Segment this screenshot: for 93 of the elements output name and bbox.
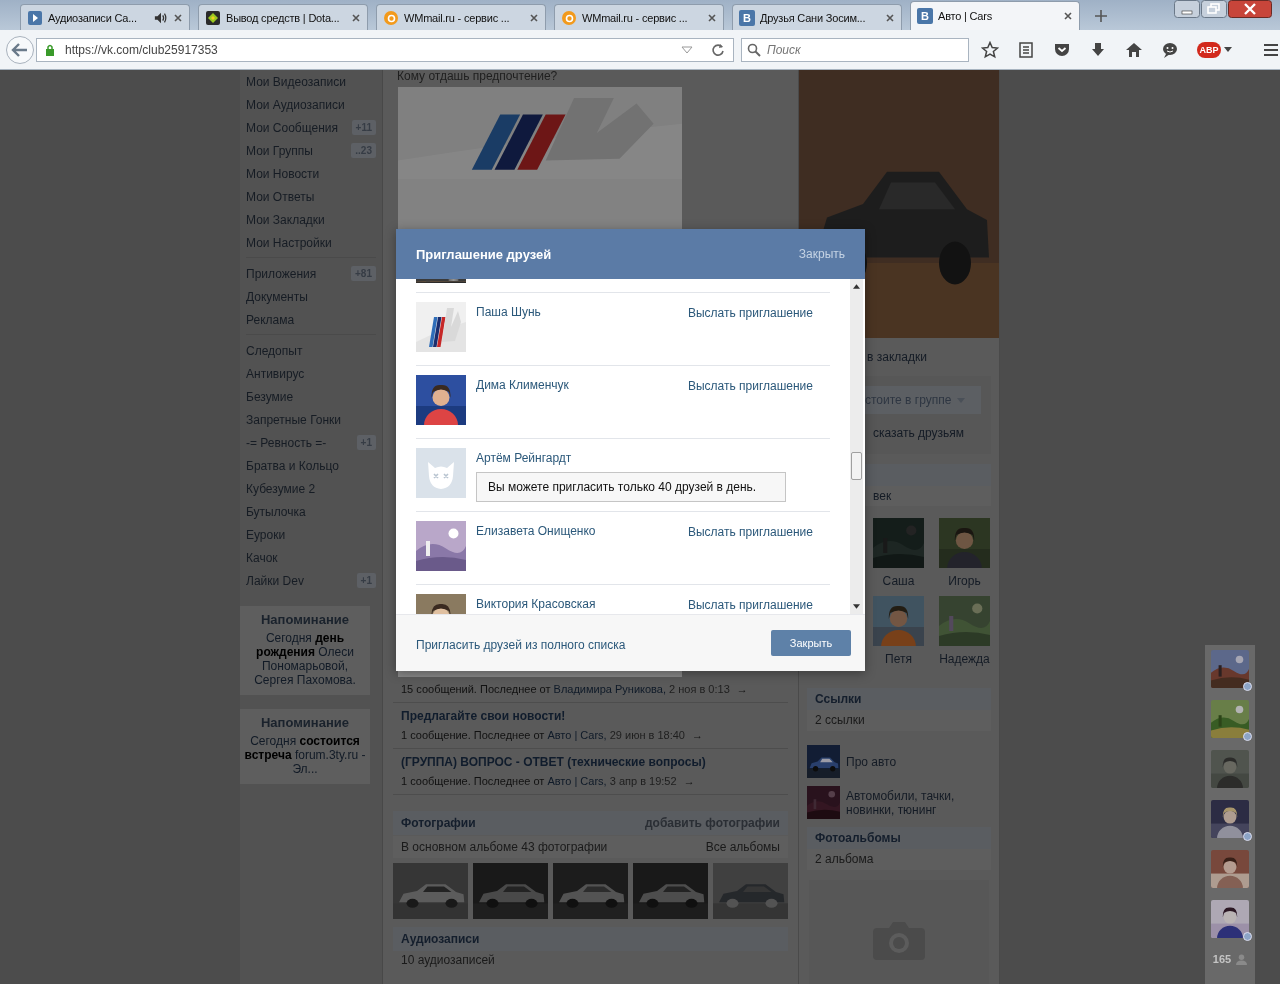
topic-meta: 1 сообщение. Последнее от Авто | Cars, 3 апр в 19:52 → (401, 775, 696, 787)
all-albums-link[interactable]: Все альбомы (705, 840, 780, 854)
sidebar-link[interactable]: Еуроки (240, 523, 382, 546)
invite-link[interactable]: Выслать приглашение (687, 525, 813, 572)
invite-link[interactable]: Выслать приглашение (687, 598, 813, 614)
scroll-thumb[interactable] (851, 452, 862, 480)
tab-title: Вывод средств | Dota... (226, 11, 341, 24)
audio-summary: 10 аудиозаписей (400, 952, 496, 968)
close-icon[interactable] (1228, 0, 1272, 18)
member-name[interactable]: Петя (885, 652, 912, 666)
links-count: 2 ссылки (815, 713, 865, 727)
tab-title: WMmail.ru - сервис ... (404, 11, 511, 24)
close-link[interactable]: Закрыть (798, 247, 845, 261)
speaker-icon (154, 10, 168, 25)
address-field[interactable]: https://vk.com/club25917353 (36, 37, 734, 62)
section-title: Ссылки (815, 692, 862, 706)
author-link[interactable]: Владимира Руникова, (553, 683, 666, 695)
restore-icon[interactable] (1201, 0, 1227, 18)
sidebar-link[interactable]: Мои Новости (240, 162, 382, 185)
sidebar-link[interactable]: Мои Ответы (240, 185, 382, 208)
browser-tab[interactable]: В Авто | Cars (910, 1, 1080, 30)
albums-count: 2 альбома (815, 852, 874, 866)
reminder-title: Напоминание (260, 715, 350, 730)
sidebar-link[interactable]: Документы (240, 285, 382, 308)
caret-icon (1224, 47, 1232, 52)
reminder-text: Сегодня состоится встреча forum.3ty.ru - Эл... (244, 734, 366, 776)
reading-list-icon[interactable] (1017, 40, 1035, 59)
lock-icon (45, 43, 55, 56)
search-field[interactable]: Поиск (741, 37, 969, 62)
members-count: век (873, 489, 892, 503)
sidebar-link[interactable]: Мои Закладки (240, 208, 382, 231)
chat-icon[interactable] (1161, 40, 1179, 59)
poll-question: Кому отдашь предпочтение? (396, 70, 559, 85)
tab-title: Аудиозаписи Са... (48, 11, 138, 24)
new-tab-icon[interactable] (1094, 9, 1108, 23)
scrollbar[interactable] (850, 279, 863, 614)
minimize-icon[interactable] (1174, 0, 1200, 18)
section-title: Фотоальбомы (815, 831, 901, 845)
album-summary: В основном альбоме 43 фотографии (401, 840, 608, 854)
browser-tab[interactable]: В Друзья Сани Зосим... (732, 4, 902, 30)
bookmark-link[interactable]: в закладки (867, 350, 927, 364)
reminder-text: Сегодня день рождения Олеси Пономарьовой, Сергея Пахомова. (253, 631, 357, 687)
topic-title[interactable]: (ГРУППА) ВОПРОС - ОТВЕТ (технические вопросы) (401, 755, 780, 769)
close-icon[interactable] (173, 12, 183, 23)
close-icon[interactable] (351, 12, 361, 23)
member-name[interactable]: Саша (882, 574, 915, 588)
sidebar-link[interactable]: Антивирус (240, 362, 382, 385)
home-icon[interactable] (1125, 40, 1143, 59)
browser-tab[interactable]: Вывод средств | Dota... (198, 4, 368, 30)
person-icon (1236, 953, 1248, 965)
member-name[interactable]: Игорь (948, 574, 981, 588)
sidebar-link[interactable]: Кубезумие 2 (240, 477, 382, 500)
sidebar-link[interactable]: Мои Аудиозаписи (240, 93, 382, 116)
section-title: Фотографии (401, 816, 476, 830)
invite-link[interactable]: Выслать приглашение (687, 306, 813, 353)
search-icon (747, 42, 761, 57)
member-name[interactable]: Надежда (939, 652, 990, 666)
close-icon[interactable] (1063, 11, 1073, 21)
tab-title: Друзья Сани Зосим... (760, 11, 867, 24)
section-title: Аудиозаписи (401, 932, 480, 946)
sidebar-link[interactable]: Запретные Гонки (240, 408, 382, 431)
browser-tab[interactable]: WMmail.ru - сервис ... (376, 4, 546, 30)
close-button[interactable]: Закрыть (771, 630, 851, 656)
close-icon[interactable] (529, 12, 539, 23)
star-icon[interactable] (981, 40, 999, 59)
browser-tab[interactable]: Аудиозаписи Са... (20, 4, 190, 30)
reload-icon[interactable] (711, 42, 725, 57)
author-link[interactable]: Авто | Cars, (547, 775, 607, 787)
back-icon[interactable] (5, 34, 35, 65)
dropdown-icon[interactable] (681, 45, 693, 54)
sidebar-link[interactable]: Следопыт (240, 339, 382, 362)
scroll-down-icon[interactable] (853, 604, 860, 609)
sidebar-link[interactable]: Мои Настройки (240, 231, 382, 254)
online-count[interactable]: 165 (1212, 953, 1248, 965)
close-icon[interactable] (885, 12, 895, 23)
link-title[interactable]: Про авто (846, 754, 897, 769)
play-icon (27, 9, 43, 26)
diamond-icon (205, 9, 221, 26)
tab-title: WMmail.ru - сервис ... (582, 11, 689, 24)
sidebar-link[interactable]: Реклама (240, 308, 382, 331)
browser-tab[interactable]: WMmail.ru - сервис ... (554, 4, 724, 30)
sidebar-link[interactable]: Качок (240, 546, 382, 569)
link-title[interactable]: Автомобили, тачки, новинки, тюнинг (846, 788, 991, 817)
topic-title[interactable]: Предлагайте свои новости! (401, 709, 780, 723)
vk-logo-icon: В (917, 8, 933, 24)
author-link[interactable]: Авто | Cars, (547, 729, 607, 741)
tab-title: Авто | Cars (938, 10, 993, 22)
close-icon[interactable] (707, 12, 717, 23)
sidebar-link[interactable]: Безумие (240, 385, 382, 408)
sidebar-link[interactable]: Мои Видеозаписи (240, 70, 382, 93)
reminder-title: Напоминание (260, 612, 350, 627)
vk-logo-icon: В (739, 9, 755, 26)
sidebar-link[interactable]: Бутылочка (240, 500, 382, 523)
